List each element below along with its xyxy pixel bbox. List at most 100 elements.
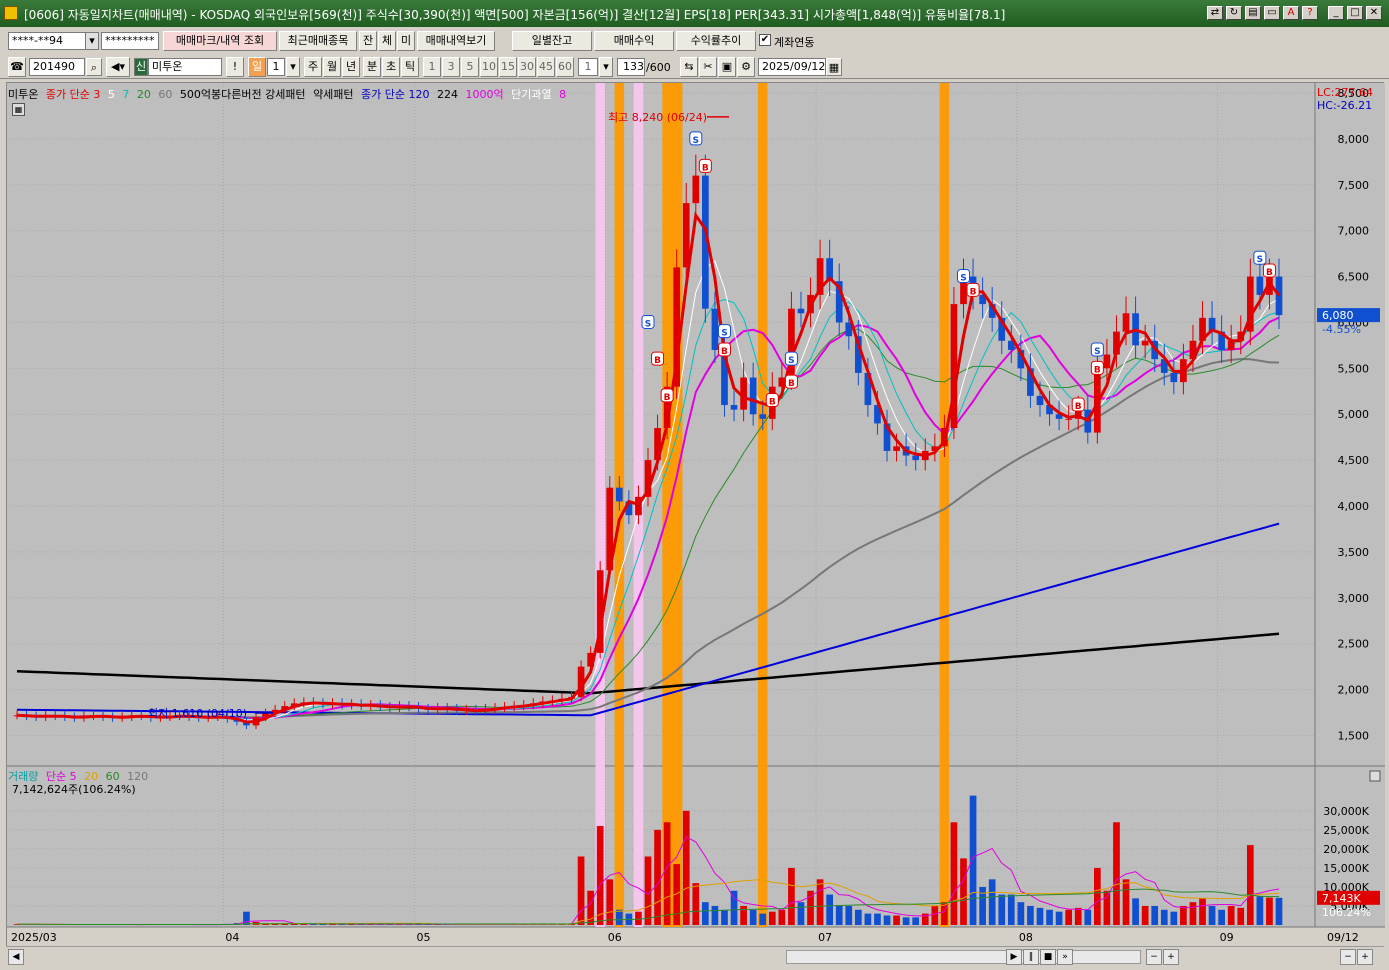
minus-icon[interactable]: − [1340, 949, 1356, 965]
volume-bar [1275, 897, 1283, 925]
interval-30-button[interactable]: 30 [518, 57, 536, 77]
volume-bar [864, 913, 872, 925]
period-month-button[interactable]: 월 [323, 57, 341, 77]
period-tick-button[interactable]: 틱 [401, 57, 419, 77]
window-icon[interactable]: ▭ [1264, 6, 1280, 20]
interval-dropdown-icon[interactable]: ▾ [599, 57, 613, 77]
refresh-icon[interactable]: ↻ [1226, 6, 1242, 20]
tool2-icon[interactable]: ✂ [699, 57, 717, 77]
maximize-button[interactable]: □ [1347, 6, 1363, 20]
period-dropdown-icon[interactable]: ▾ [286, 57, 300, 77]
font-icon[interactable]: A [1283, 6, 1299, 20]
sell-marker-label: S [693, 136, 699, 146]
volume-bar [845, 905, 853, 925]
volume-bar [778, 909, 786, 925]
price-tick-label: 4,500 [1338, 454, 1370, 467]
history-button[interactable]: 매매내역보기 [417, 31, 495, 51]
volume-bar [960, 858, 967, 925]
trade-profit-button[interactable]: 매매수익 [594, 31, 674, 51]
interval-select[interactable]: 1 [578, 58, 598, 76]
link-icon[interactable]: ⇄ [1207, 6, 1223, 20]
scroll-thumb[interactable] [786, 950, 1141, 964]
x-last-label: 09/12 [1327, 931, 1359, 944]
legend-ma224: 224 [437, 88, 459, 101]
x-tick-label: 09 [1220, 931, 1234, 944]
interval-5-button[interactable]: 5 [461, 57, 479, 77]
interval-60-button[interactable]: 60 [556, 57, 574, 77]
period-week-button[interactable]: 주 [304, 57, 322, 77]
interval-45-button[interactable]: 45 [537, 57, 555, 77]
volume-bar [1218, 909, 1225, 925]
highlight-band [662, 83, 673, 927]
current-volume-label: 7,143K [1322, 892, 1361, 905]
chart-area[interactable]: 8,500 8,000 7,500 7,000 6,500 6,000 5,500 5,000… [6, 82, 1385, 947]
recent-trades-button[interactable]: 최근매매종목 [279, 31, 357, 51]
period-minute-button[interactable]: 분 [363, 57, 381, 77]
speaker-icon[interactable]: ◀▾ [106, 57, 130, 77]
volume-bar [969, 795, 977, 925]
volume-bar [1266, 897, 1273, 925]
period-count-field[interactable]: 1 [267, 58, 285, 76]
volume-tick-label: 25,000K [1323, 824, 1369, 837]
volume-bar [577, 856, 585, 925]
period-day-button[interactable]: 일 [248, 57, 266, 77]
tool1-icon[interactable]: ⇆ [680, 57, 698, 77]
account-link-checkbox[interactable]: ✔ [759, 34, 771, 46]
volume-bar [1208, 905, 1216, 925]
search-icon[interactable]: ⌕ [86, 58, 102, 76]
minimize-button[interactable]: _ [1328, 6, 1344, 20]
volume-bar [1046, 909, 1053, 925]
interval-10-button[interactable]: 10 [480, 57, 498, 77]
interval-3-button[interactable]: 3 [442, 57, 460, 77]
calendar-icon[interactable]: ▦ [826, 58, 842, 76]
price-volume-chart[interactable]: 8,5008,0007,5007,0006,5006,0005,5005,000… [7, 83, 1385, 947]
highlight-band [757, 83, 768, 927]
play-right-icon[interactable]: ▶ [1006, 949, 1022, 965]
volume-bar [1036, 907, 1044, 925]
account-dropdown-icon[interactable]: ▾ [85, 32, 99, 50]
high-annotation: 최고 8,240 (06/24) [608, 111, 707, 124]
pause-icon[interactable]: ‖ [1023, 949, 1039, 965]
volume-bar [615, 909, 623, 925]
price-tick-label: 8,000 [1338, 133, 1370, 146]
volume-bar [768, 911, 776, 925]
help-icon[interactable]: ? [1302, 6, 1318, 20]
password-field[interactable]: ********* [101, 32, 159, 50]
interval-15-button[interactable]: 15 [499, 57, 517, 77]
period-year-button[interactable]: 년 [342, 57, 360, 77]
alert-icon[interactable]: ! [226, 57, 244, 77]
grid-icon[interactable]: ▦ [12, 103, 25, 116]
x-tick-label: 2025/03 [11, 931, 57, 944]
count-field[interactable]: 133 [617, 58, 645, 76]
phone-icon[interactable]: ☎ [8, 57, 26, 77]
candle-body [1036, 395, 1044, 406]
buy-marker-label: B [788, 379, 795, 389]
plus-icon[interactable]: + [1357, 949, 1373, 965]
mi-button[interactable]: 미 [397, 31, 415, 51]
trade-mark-button[interactable]: 매매마크/내역 조회 [163, 31, 277, 51]
daily-balance-button[interactable]: 일별잔고 [512, 31, 592, 51]
print-icon[interactable]: ▤ [1245, 6, 1261, 20]
save-icon[interactable]: ▣ [718, 57, 736, 77]
settings-icon[interactable]: ⚙ [737, 57, 755, 77]
close-button[interactable]: ✕ [1366, 6, 1382, 20]
fast-forward-icon[interactable]: » [1057, 949, 1073, 965]
code-field[interactable]: 201490 [29, 58, 85, 76]
jan-button[interactable]: 잔 [359, 31, 377, 51]
period-second-button[interactable]: 초 [382, 57, 400, 77]
zoom-in-icon[interactable]: + [1163, 949, 1179, 965]
volume-bar [1074, 907, 1082, 925]
volume-bar [1256, 896, 1264, 925]
volume-bar [606, 879, 614, 925]
stop-icon[interactable]: ■ [1040, 949, 1056, 965]
interval-1-button[interactable]: 1 [423, 57, 441, 77]
che-button[interactable]: 체 [378, 31, 396, 51]
candle-body [912, 455, 920, 461]
stock-name-field[interactable]: 미투온 [148, 58, 222, 76]
return-trend-button[interactable]: 수익률추이 [676, 31, 756, 51]
volume-bar [874, 913, 881, 925]
zoom-out-icon[interactable]: − [1146, 949, 1162, 965]
chart-scrollbar[interactable]: ◀ ▶ ‖ ■ » − + − + [6, 946, 1384, 966]
scroll-left-icon[interactable]: ◀ [8, 949, 24, 965]
date-field[interactable]: 2025/09/12 [758, 58, 826, 76]
